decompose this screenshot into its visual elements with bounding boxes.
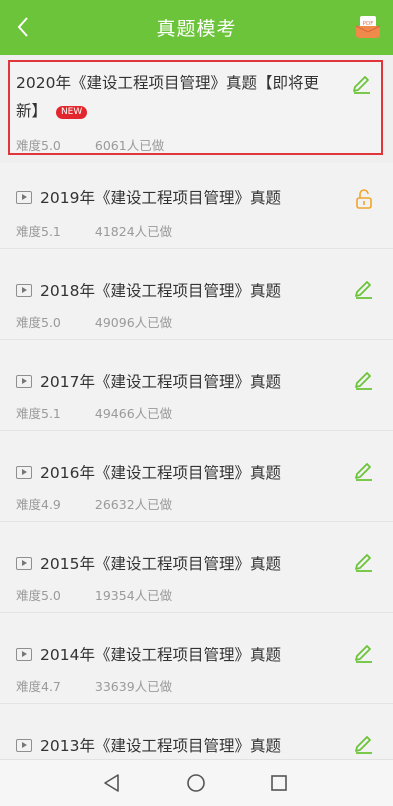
exam-title: 2016年《建设工程项目管理》真题 <box>40 464 281 482</box>
unlock-icon <box>356 189 372 209</box>
pencil-icon <box>353 76 370 94</box>
practice-button[interactable] <box>353 277 375 299</box>
back-button[interactable] <box>8 10 38 44</box>
practice-button[interactable] <box>353 641 375 663</box>
exam-item[interactable]: 2013年《建设工程项目管理》真题 <box>0 704 393 760</box>
pdf-button[interactable]: PDF <box>355 15 381 39</box>
practice-button[interactable] <box>353 459 375 481</box>
pencil-icon <box>355 372 372 390</box>
pdf-icon: PDF <box>355 16 381 38</box>
unlock-button[interactable] <box>353 188 375 210</box>
play-icon <box>16 556 32 570</box>
difficulty-label: 难度5.0 <box>16 138 61 153</box>
exam-title: 2015年《建设工程项目管理》真题 <box>40 555 281 573</box>
exam-title: 2019年《建设工程项目管理》真题 <box>40 189 281 207</box>
play-icon <box>16 190 32 204</box>
exam-item[interactable]: 2015年《建设工程项目管理》真题 难度5.0 19354人已做 <box>0 522 393 613</box>
practice-button[interactable] <box>353 368 375 390</box>
attempt-count: 49466人已做 <box>94 406 173 421</box>
nav-back-button[interactable] <box>101 772 123 794</box>
nav-recents-button[interactable] <box>268 772 290 794</box>
difficulty-label: 难度5.1 <box>16 224 61 239</box>
play-icon <box>16 283 32 297</box>
pencil-icon <box>355 645 372 663</box>
pencil-icon <box>355 554 372 572</box>
play-icon <box>16 738 32 752</box>
chevron-left-icon <box>17 17 28 37</box>
attempt-count: 49096人已做 <box>94 315 173 330</box>
pencil-icon <box>355 736 372 754</box>
play-icon <box>16 647 32 661</box>
exam-title: 2018年《建设工程项目管理》真题 <box>40 282 281 300</box>
featured-exam-item[interactable]: 2020年《建设工程项目管理》真题【即将更新】 NEW 难度5.0 6061人已… <box>8 60 383 155</box>
pencil-icon <box>355 281 372 299</box>
exam-item[interactable]: 2019年《建设工程项目管理》真题 难度5.1 41824人已做 <box>0 163 393 249</box>
play-icon <box>16 465 32 479</box>
practice-button[interactable] <box>353 732 375 754</box>
practice-button[interactable] <box>351 72 373 94</box>
nav-home-button[interactable] <box>185 772 207 794</box>
system-nav-bar <box>0 759 393 806</box>
exam-title: 2014年《建设工程项目管理》真题 <box>40 646 281 664</box>
exam-item[interactable]: 2017年《建设工程项目管理》真题 难度5.1 49466人已做 <box>0 340 393 431</box>
app-header: 真题模考 PDF <box>0 0 393 55</box>
new-badge: NEW <box>55 106 88 119</box>
difficulty-label: 难度4.7 <box>16 679 61 694</box>
attempt-count: 33639人已做 <box>94 679 173 694</box>
attempt-count: 6061人已做 <box>94 138 165 153</box>
exam-item[interactable]: 2016年《建设工程项目管理》真题 难度4.9 26632人已做 <box>0 431 393 522</box>
pencil-icon <box>355 463 372 481</box>
difficulty-label: 难度5.1 <box>16 406 61 421</box>
difficulty-label: 难度5.0 <box>16 315 61 330</box>
exam-item[interactable]: 2014年《建设工程项目管理》真题 难度4.7 33639人已做 <box>0 613 393 704</box>
practice-button[interactable] <box>353 550 375 572</box>
exam-title: 2017年《建设工程项目管理》真题 <box>40 373 281 391</box>
exam-item[interactable]: 2018年《建设工程项目管理》真题 难度5.0 49096人已做 <box>0 249 393 340</box>
triangle-back-icon <box>104 774 119 792</box>
circle-home-icon <box>187 774 205 792</box>
attempt-count: 19354人已做 <box>94 588 173 603</box>
play-icon <box>16 374 32 388</box>
page-title: 真题模考 <box>156 18 237 40</box>
difficulty-label: 难度5.0 <box>16 588 61 603</box>
difficulty-label: 难度4.9 <box>16 497 61 512</box>
attempt-count: 26632人已做 <box>94 497 173 512</box>
attempt-count: 41824人已做 <box>94 224 173 239</box>
square-recents-icon <box>271 775 287 791</box>
exam-title: 2013年《建设工程项目管理》真题 <box>40 737 281 755</box>
